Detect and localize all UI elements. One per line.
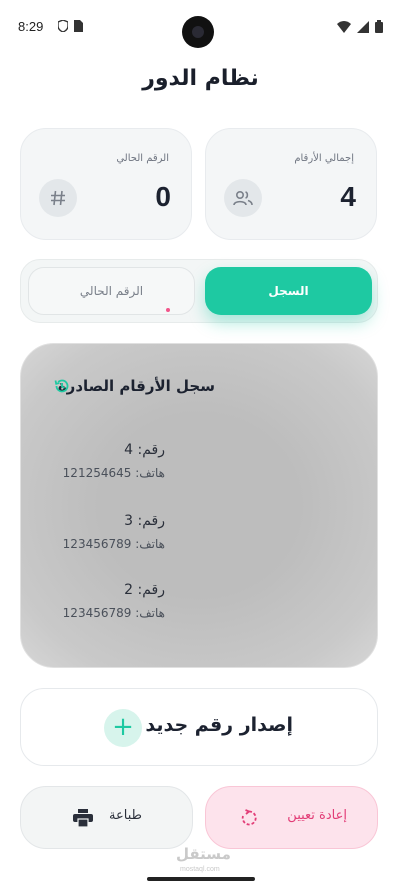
- watermark-logo: مستقل: [176, 845, 231, 863]
- entry-number: رقم: 4: [124, 442, 165, 458]
- entry-phone: هاتف: 123456789: [62, 537, 165, 551]
- current-number-card: الرقم الحالي 0: [20, 128, 192, 240]
- history-entry: رقم: 4 هاتف: 121254645: [63, 442, 165, 480]
- reset-icon: [241, 809, 257, 826]
- history-entry: رقم: 3 هاتف: 123456789: [63, 513, 165, 551]
- status-time: 8:29: [18, 19, 44, 34]
- total-numbers-label: إجمالي الأرقام: [294, 153, 354, 164]
- notification-dot: [166, 308, 170, 312]
- watermark-url: mostaql.com: [180, 866, 220, 873]
- page-title: نظام الدور: [142, 66, 259, 91]
- tab-history[interactable]: السجل: [205, 267, 372, 315]
- entry-phone: هاتف: 121254645: [62, 466, 165, 480]
- current-number-value: 0: [155, 181, 171, 212]
- reset-button[interactable]: إعادة تعيين: [205, 786, 378, 849]
- print-label: طباعة: [109, 808, 142, 823]
- issue-new-number-button[interactable]: إصدار رقم جديد +: [20, 688, 378, 766]
- status-left-icons: [58, 20, 83, 32]
- wifi-icon: [337, 20, 351, 33]
- printer-icon: [73, 809, 93, 827]
- battery-icon: [375, 20, 383, 33]
- print-button[interactable]: طباعة: [20, 786, 193, 849]
- history-entry: رقم: 2 هاتف: 123456789: [63, 582, 165, 620]
- history-panel: سجل الأرقام الصادرة رقم: 4 هاتف: 1212546…: [20, 343, 378, 668]
- sim-card-icon: [74, 20, 83, 32]
- total-numbers-value: 4: [340, 181, 356, 212]
- tab-current-number[interactable]: الرقم الحالي: [28, 267, 195, 315]
- entry-phone: هاتف: 123456789: [62, 606, 165, 620]
- hash-icon: [39, 179, 77, 217]
- history-title: سجل الأرقام الصادرة: [57, 377, 215, 395]
- history-icon: [54, 379, 69, 393]
- reset-label: إعادة تعيين: [287, 808, 347, 823]
- shield-icon: [58, 20, 68, 32]
- status-bar: 8:29: [0, 0, 401, 52]
- people-icon: [224, 179, 262, 217]
- plus-icon: +: [104, 709, 142, 747]
- total-numbers-card: إجمالي الأرقام 4: [205, 128, 377, 240]
- home-indicator[interactable]: [147, 877, 255, 881]
- status-right-icons: [337, 20, 383, 33]
- tab-bar: السجل الرقم الحالي: [20, 259, 378, 323]
- signal-icon: [357, 20, 369, 33]
- entry-number: رقم: 2: [124, 582, 165, 598]
- app-screen: 8:29 نظام الدور إجمالي الأرقام 4 الرقم ا…: [0, 0, 401, 886]
- camera-cutout: [182, 16, 214, 48]
- entry-number: رقم: 3: [124, 513, 165, 529]
- issue-new-number-label: إصدار رقم جديد: [145, 714, 293, 736]
- current-number-label: الرقم الحالي: [116, 153, 169, 164]
